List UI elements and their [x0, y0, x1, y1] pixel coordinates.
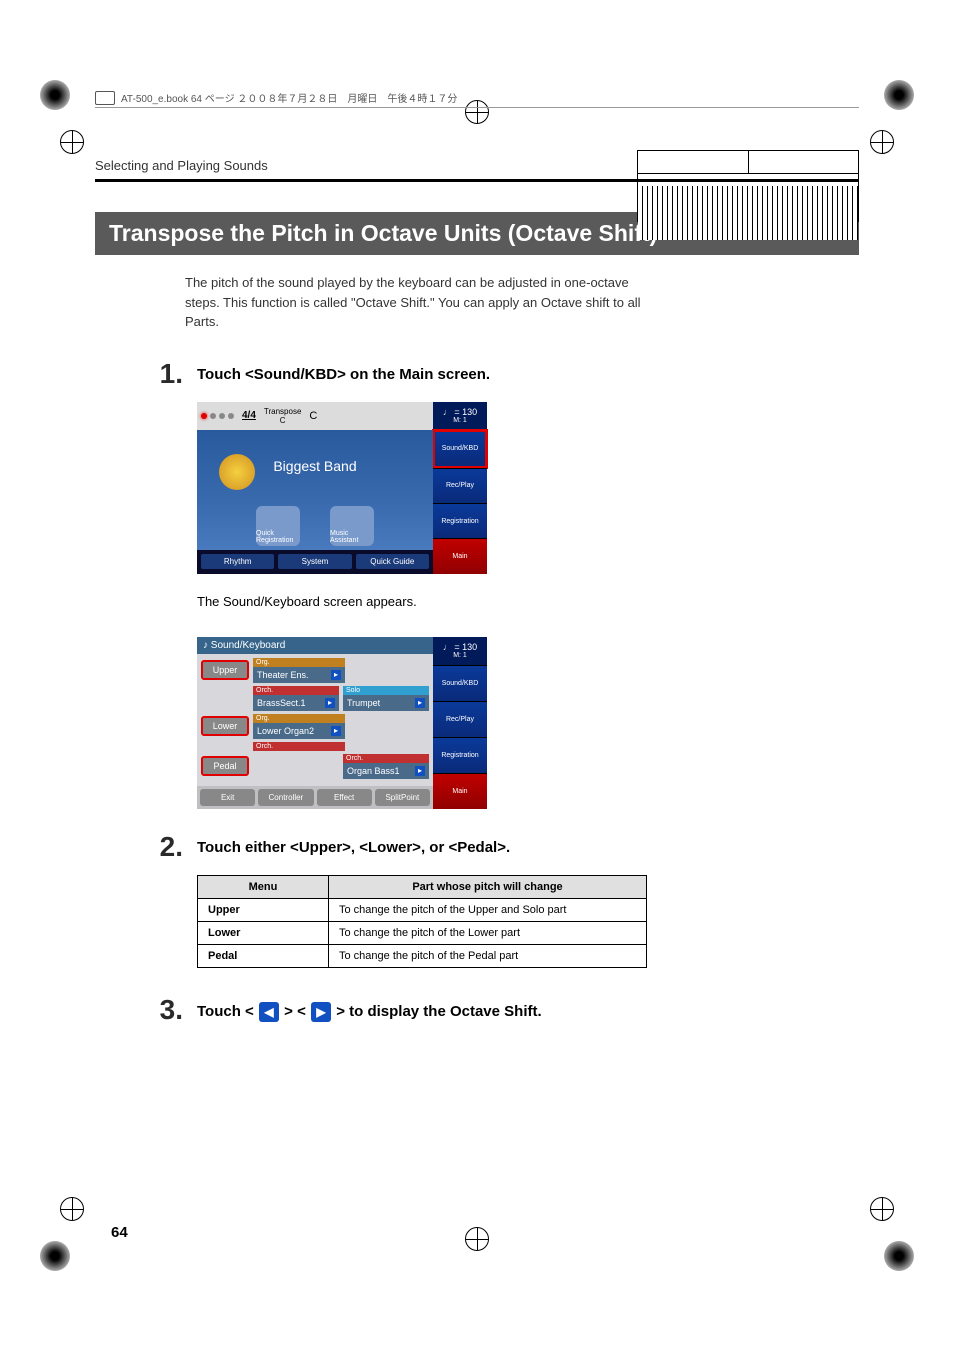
ss1-main-display: Biggest Band [197, 430, 433, 502]
book-meta-text: AT-500_e.book 64 ページ ２００８年７月２８日 月曜日 午後４時… [121, 90, 457, 105]
lower-voice2-cat: Orch. [253, 742, 345, 751]
ss1-shortcuts: Quick Registration Music Assistant [197, 502, 433, 550]
registration-dial-icon [219, 454, 255, 490]
arrow-right-icon[interactable]: ▶ [311, 1002, 331, 1022]
sound-keyboard-screenshot: ♪ Sound/Keyboard Upper Org. Theater Ens.… [197, 637, 487, 809]
upper-voice1-cat: Org. [253, 658, 345, 667]
upper-voice1-name[interactable]: Theater Ens.▸ [253, 667, 345, 683]
table-cell-upper-desc: To change the pitch of the Upper and Sol… [329, 898, 647, 921]
pedal-voice-name[interactable]: Organ Bass1▸ [343, 763, 429, 779]
arrow-left-icon[interactable]: ◀ [259, 1002, 279, 1022]
ss1-bottom-bar: Rhythm System Quick Guide [197, 550, 433, 574]
controller-button[interactable]: Controller [258, 789, 313, 806]
step-1-followup: The Sound/Keyboard screen appears. [197, 594, 859, 609]
table-cell-lower: Lower [198, 921, 329, 944]
upper-part-button[interactable]: Upper [201, 660, 249, 680]
ss2-tempo-indicator: ♩ = 130 M: 1 [433, 637, 487, 665]
page-content: AT-500_e.book 64 ページ ２００８年７月２８日 月曜日 午後４時… [95, 90, 859, 1251]
step-2-number: 2. [135, 833, 197, 861]
table-cell-upper: Upper [198, 898, 329, 921]
kbd-panel-mid [638, 174, 858, 186]
ss2-sound-kbd-button[interactable]: Sound/KBD [433, 665, 487, 701]
transpose-value: C [280, 416, 286, 425]
kbd-lower-keys [638, 222, 858, 240]
solo-voice-cat: Solo [343, 686, 429, 695]
ss2-bottom-row: Exit Controller Effect SplitPoint [197, 786, 433, 809]
system-tab[interactable]: System [278, 554, 351, 569]
print-corner-bl [40, 1241, 70, 1271]
step-1: 1. Touch <Sound/KBD> on the Main screen. [135, 360, 859, 388]
arrow-right-icon[interactable]: ▸ [331, 670, 341, 680]
step-2: 2. Touch either <Upper>, <Lower>, or <Pe… [135, 833, 859, 861]
instrument-diagram [637, 150, 859, 222]
upper-voice2-name[interactable]: BrassSect.1▸ [253, 695, 339, 711]
registration-button[interactable]: Registration [433, 503, 487, 538]
rhythm-name: Biggest Band [273, 458, 356, 474]
table-header-menu: Menu [198, 875, 329, 898]
ss2-rec-play-button[interactable]: Rec/Play [433, 701, 487, 737]
table-cell-pedal-desc: To change the pitch of the Pedal part [329, 944, 647, 967]
reg-mark-br [870, 1197, 894, 1221]
step-2-text: Touch either <Upper>, <Lower>, or <Pedal… [197, 833, 510, 861]
step-3-number: 3. [135, 996, 197, 1024]
reg-mark-tl [60, 130, 84, 154]
rhythm-tab[interactable]: Rhythm [201, 554, 274, 569]
ss1-sidebar: ♩ = 130 M: 1 Sound/KBD Rec/Play Registra… [433, 402, 487, 574]
table-row: Pedal To change the pitch of the Pedal p… [198, 944, 647, 967]
arrow-right-icon[interactable]: ▸ [415, 766, 425, 776]
upper-voice2-cat: Orch. [253, 686, 339, 695]
arrow-right-icon[interactable]: ▸ [331, 726, 341, 736]
table-header-desc: Part whose pitch will change [329, 875, 647, 898]
tempo-indicator: ♩ = 130 M: 1 [433, 402, 487, 430]
print-corner-br [884, 1241, 914, 1271]
part-table: Menu Part whose pitch will change Upper … [197, 875, 859, 968]
page-number: 64 [111, 1224, 128, 1241]
splitpoint-button[interactable]: SplitPoint [375, 789, 430, 806]
pedal-voice-cat: Orch. [343, 754, 429, 763]
ss2-sidebar: ♩ = 130 M: 1 Sound/KBD Rec/Play Registra… [433, 637, 487, 809]
quick-guide-tab[interactable]: Quick Guide [356, 554, 429, 569]
reg-mark-tr [870, 130, 894, 154]
ss2-main-button[interactable]: Main [433, 773, 487, 809]
sound-kbd-button[interactable]: Sound/KBD [433, 430, 487, 468]
step-1-number: 1. [135, 360, 197, 388]
lower-voice1-cat: Org. [253, 714, 345, 723]
table-cell-pedal: Pedal [198, 944, 329, 967]
print-corner-tr [884, 80, 914, 110]
pedal-part-button[interactable]: Pedal [201, 756, 249, 776]
ss2-registration-button[interactable]: Registration [433, 737, 487, 773]
ss2-title: ♪ Sound/Keyboard [197, 637, 433, 654]
reg-mark-bl [60, 1197, 84, 1221]
table-row: Lower To change the pitch of the Lower p… [198, 921, 647, 944]
lower-voice1-name[interactable]: Lower Organ2▸ [253, 723, 345, 739]
beat-leds [201, 413, 234, 419]
step-3-text: Touch < ◀ > < ▶ > to display the Octave … [197, 996, 542, 1024]
step-1-text: Touch <Sound/KBD> on the Main screen. [197, 360, 490, 388]
quick-registration-button[interactable]: Quick Registration [256, 506, 300, 546]
time-signature: 4/4 [242, 410, 256, 421]
book-meta-header: AT-500_e.book 64 ページ ２００８年７月２８日 月曜日 午後４時… [95, 90, 859, 108]
ss1-topbar: 4/4 Transpose C C [197, 402, 433, 430]
rec-play-button[interactable]: Rec/Play [433, 468, 487, 503]
key-indicator: C [309, 410, 317, 422]
kbd-panel-top [638, 151, 858, 174]
exit-button[interactable]: Exit [200, 789, 255, 806]
print-corner-tl [40, 80, 70, 110]
intro-paragraph: The pitch of the sound played by the key… [185, 273, 645, 332]
main-screen-screenshot: 4/4 Transpose C C Biggest Band Quick Reg… [197, 402, 487, 574]
table-row: Upper To change the pitch of the Upper a… [198, 898, 647, 921]
lower-part-button[interactable]: Lower [201, 716, 249, 736]
solo-voice-name[interactable]: Trumpet▸ [343, 695, 429, 711]
arrow-right-icon[interactable]: ▸ [325, 698, 335, 708]
effect-button[interactable]: Effect [317, 789, 372, 806]
main-button[interactable]: Main [433, 538, 487, 573]
table-cell-lower-desc: To change the pitch of the Lower part [329, 921, 647, 944]
kbd-upper-keys [638, 186, 858, 222]
music-assistant-button[interactable]: Music Assistant [330, 506, 374, 546]
step-3: 3. Touch < ◀ > < ▶ > to display the Octa… [135, 996, 859, 1024]
arrow-right-icon[interactable]: ▸ [415, 698, 425, 708]
transpose-label: Transpose [264, 407, 302, 416]
book-icon [95, 91, 115, 105]
